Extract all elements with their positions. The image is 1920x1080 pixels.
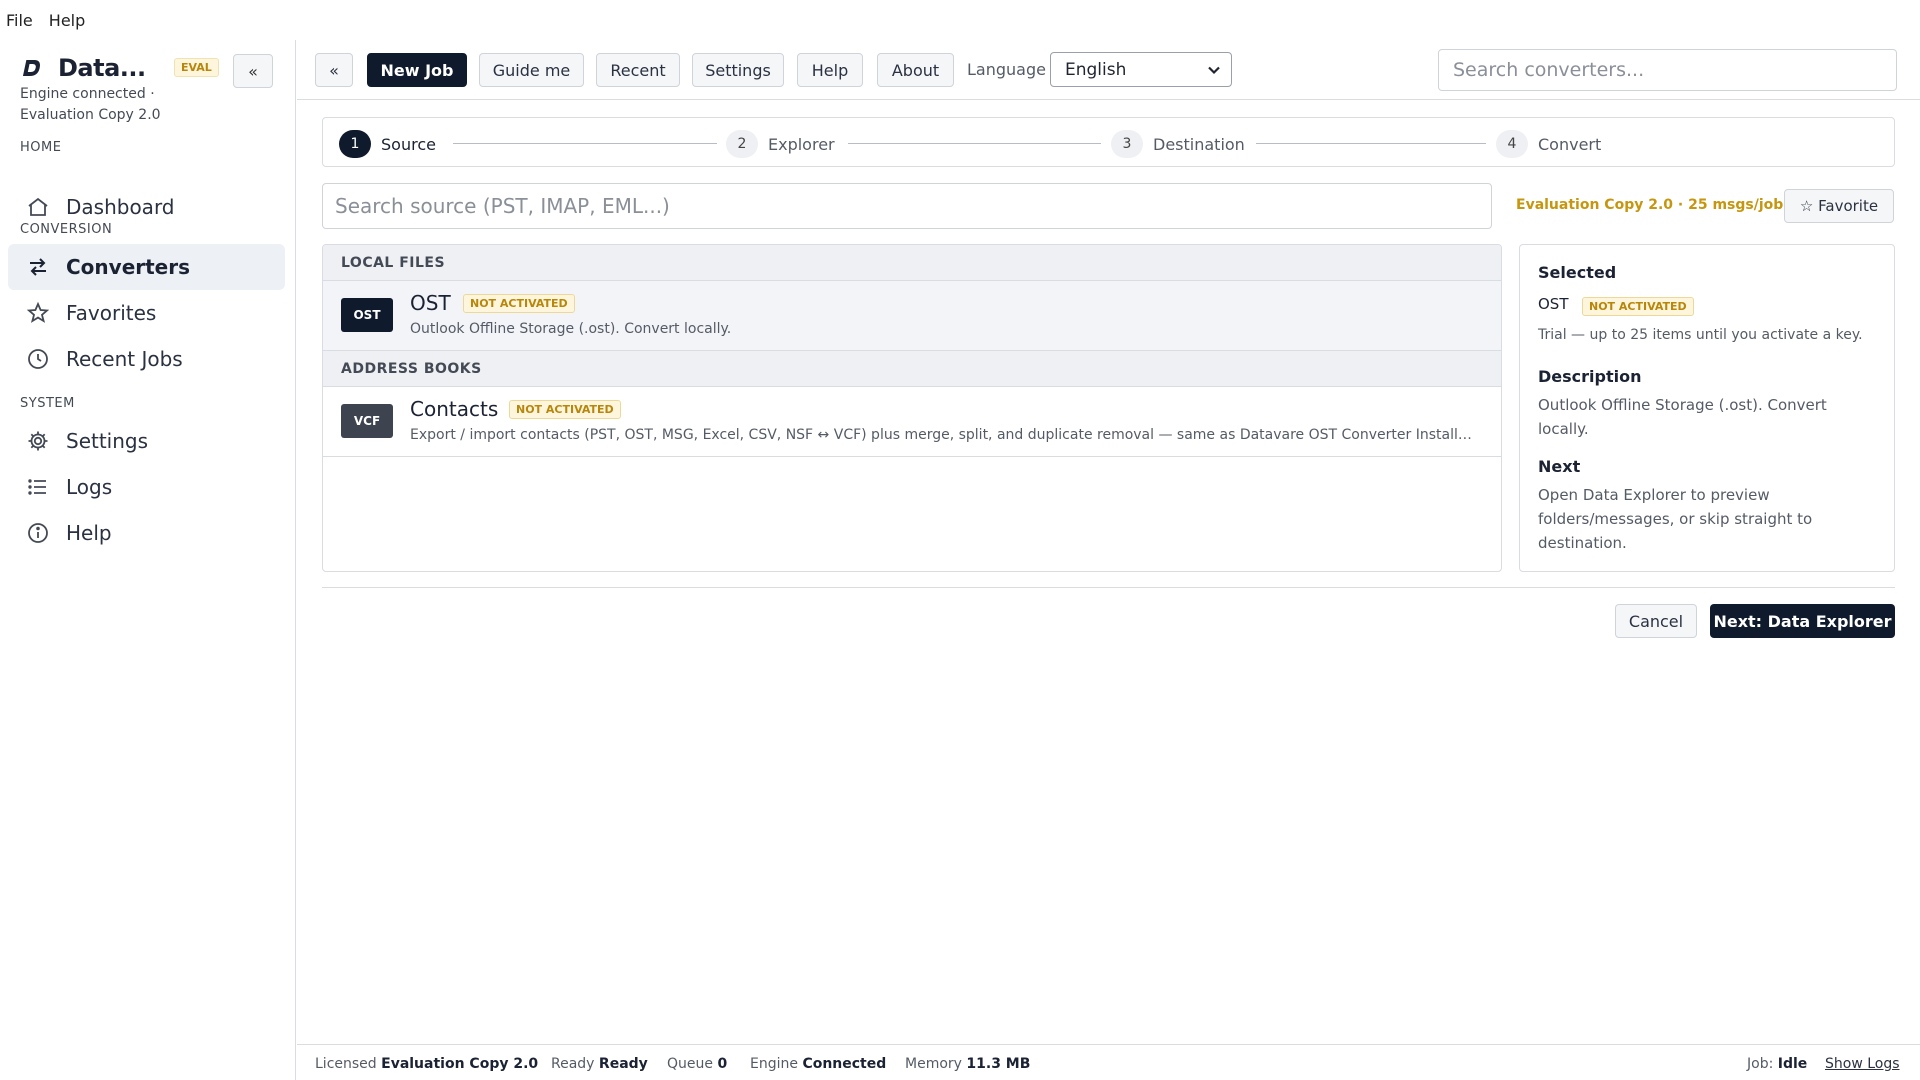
evaluation-note: Evaluation Copy 2.0 · 25 msgs/job [1516, 197, 1784, 213]
sidebar-item-favorites[interactable]: Favorites [8, 290, 285, 336]
search-source-input[interactable] [322, 183, 1492, 229]
sidebar-item-help[interactable]: Help [8, 510, 285, 556]
brand: Data... [20, 54, 146, 82]
step-source[interactable]: 1 Source [339, 130, 436, 158]
step-connector [453, 143, 717, 144]
menu-help[interactable]: Help [49, 11, 85, 30]
converter-name: Contacts [410, 397, 499, 421]
converter-name: OST [410, 291, 451, 315]
sidebar-item-converters[interactable]: Converters [8, 244, 285, 290]
show-logs-link[interactable]: Show Logs [1825, 1056, 1900, 1072]
sidebar-item-label: Help [66, 521, 112, 545]
wizard-stepper: 1 Source 2 Explorer 3 Destination 4 Conv… [322, 117, 1895, 167]
description-heading: Description [1538, 367, 1642, 386]
nav-section-system: SYSTEM [20, 396, 75, 411]
menu-file[interactable]: File [6, 11, 33, 30]
nav-section-conversion: CONVERSION [20, 222, 113, 237]
step-number: 4 [1496, 130, 1528, 158]
group-header-local-files: LOCAL FILES [323, 245, 1501, 281]
converter-row-ost[interactable]: OST OST NOT ACTIVATED Outlook Offline St… [323, 281, 1501, 351]
not-activated-badge: NOT ACTIVATED [1582, 297, 1694, 316]
sidebar-item-label: Recent Jobs [66, 347, 183, 371]
toolbar: « New Job Guide me Recent Settings Help … [297, 40, 1920, 100]
step-label: Source [381, 134, 436, 154]
next-text: Open Data Explorer to preview folders/me… [1538, 486, 1813, 552]
swap-arrows-icon [30, 258, 46, 276]
step-connector [848, 143, 1101, 144]
selected-heading: Selected [1538, 263, 1617, 282]
converter-list: LOCAL FILES OST OST NOT ACTIVATED Outloo… [322, 244, 1502, 572]
step-number: 2 [726, 130, 758, 158]
sidebar-item-recent-jobs[interactable]: Recent Jobs [8, 336, 285, 382]
chevron-down-icon [1208, 66, 1220, 75]
favorite-button[interactable]: ☆ Favorite [1784, 189, 1894, 223]
recent-button[interactable]: Recent [596, 53, 680, 87]
next-data-explorer-button[interactable]: Next: Data Explorer [1710, 604, 1895, 638]
step-destination[interactable]: 3 Destination [1111, 130, 1245, 158]
language-select[interactable]: English [1050, 52, 1232, 87]
status-engine: Engine Connected [750, 1056, 887, 1072]
sidebar-item-label: Logs [66, 475, 113, 499]
app-title: Data... [58, 54, 146, 82]
new-job-button[interactable]: New Job [367, 53, 467, 87]
status-queue: Queue 0 [667, 1056, 728, 1072]
settings-button[interactable]: Settings [692, 53, 784, 87]
nav-section-home: HOME [20, 140, 62, 155]
cancel-button[interactable]: Cancel [1615, 604, 1697, 638]
step-connector [1256, 143, 1486, 144]
ost-file-icon: OST [341, 298, 393, 332]
list-icon [28, 479, 46, 495]
vcf-file-icon: VCF [341, 404, 393, 438]
back-button[interactable]: « [315, 53, 353, 87]
description-text: Outlook Offline Storage (.ost). Convert … [1538, 396, 1827, 438]
sidebar-item-settings[interactable]: Settings [8, 418, 285, 464]
collapse-sidebar-button[interactable]: « [233, 54, 273, 88]
trial-text: Trial — up to 25 items until you activat… [1538, 327, 1863, 343]
home-icon [28, 197, 48, 216]
eval-badge: EVAL [174, 58, 219, 77]
menu-bar: File Help [0, 0, 1920, 40]
status-memory: Memory 11.3 MB [905, 1056, 1031, 1072]
selected-name: OST [1538, 295, 1569, 313]
group-header-address-books: ADDRESS BOOKS [323, 351, 1501, 387]
step-number: 3 [1111, 130, 1143, 158]
sidebar-item-logs[interactable]: Logs [8, 464, 285, 510]
step-label: Explorer [768, 134, 835, 154]
step-explorer[interactable]: 2 Explorer [726, 130, 835, 158]
divider [322, 587, 1895, 588]
status-ready: Ready Ready [551, 1056, 648, 1072]
help-button[interactable]: Help [797, 53, 863, 87]
language-value: English [1065, 59, 1127, 80]
status-bar: Licensed Evaluation Copy 2.0 Ready Ready… [297, 1044, 1920, 1080]
not-activated-badge: NOT ACTIVATED [509, 400, 621, 419]
sidebar: Data... EVAL « Engine connected · Evalua… [0, 40, 296, 1080]
next-heading: Next [1538, 457, 1581, 476]
sidebar-item-label: Favorites [66, 301, 157, 325]
details-panel: Selected OST NOT ACTIVATED Trial — up to… [1519, 244, 1895, 572]
sidebar-item-label: Dashboard [66, 195, 175, 219]
status-licensed: Licensed Evaluation Copy 2.0 [315, 1056, 539, 1072]
clock-icon [28, 349, 48, 369]
step-convert[interactable]: 4 Convert [1496, 130, 1601, 158]
sidebar-item-label: Settings [66, 429, 149, 453]
language-label: Language [967, 60, 1046, 79]
status-job: Job: Idle [1747, 1056, 1808, 1072]
step-label: Destination [1153, 134, 1245, 154]
gear-icon [28, 431, 48, 451]
about-button[interactable]: About [877, 53, 954, 87]
step-number: 1 [339, 130, 371, 158]
search-converters-input[interactable] [1438, 49, 1897, 91]
guide-me-button[interactable]: Guide me [479, 53, 584, 87]
app-logo-icon [22, 60, 40, 76]
converter-description: Outlook Offline Storage (.ost). Convert … [410, 321, 732, 337]
converter-description: Export / import contacts (PST, OST, MSG,… [410, 427, 1480, 443]
not-activated-badge: NOT ACTIVATED [463, 294, 575, 313]
converter-row-contacts[interactable]: VCF Contacts NOT ACTIVATED Export / impo… [323, 387, 1501, 457]
step-label: Convert [1538, 134, 1602, 154]
sidebar-item-label: Converters [66, 255, 191, 279]
info-icon [28, 523, 48, 543]
engine-status: Engine connected · Evaluation Copy 2.0 [20, 86, 161, 123]
star-icon [26, 301, 50, 323]
